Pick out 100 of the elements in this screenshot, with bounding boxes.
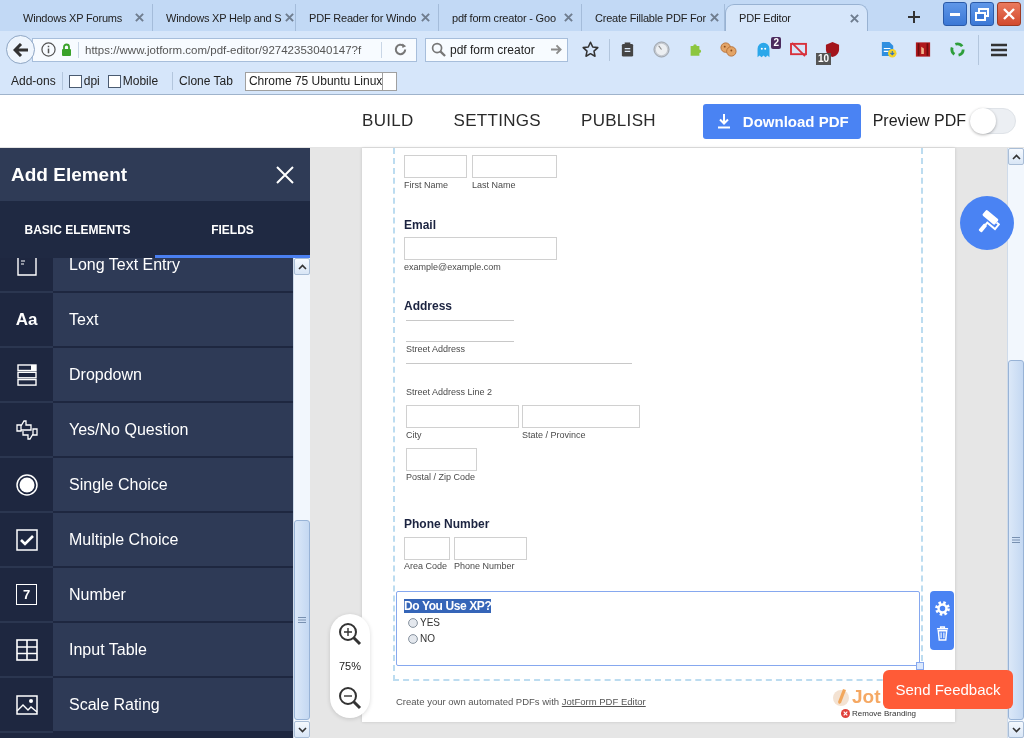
user-agent-field[interactable]: Chrome 75 Ubuntu Linux (244, 71, 397, 91)
preview-label: Preview PDF (872, 112, 967, 130)
scroll-down-button[interactable] (1008, 721, 1024, 738)
checkbox[interactable] (107, 74, 121, 88)
sublabel: City (406, 430, 422, 441)
input-field[interactable] (406, 448, 477, 471)
radio-button[interactable] (408, 618, 418, 628)
browser-tab[interactable]: PDF Editor (725, 4, 868, 31)
reload-icon[interactable] (393, 42, 408, 57)
sidebar-item[interactable]: Multiple Choice (0, 513, 293, 568)
panel-tab[interactable]: BASIC ELEMENTS (0, 201, 155, 258)
number-sample: 7 (16, 584, 37, 605)
resize-handle[interactable] (916, 662, 924, 670)
plus-icon[interactable] (908, 11, 920, 23)
download-button[interactable]: Download PDF (702, 103, 861, 139)
scrollbar-thumb[interactable] (1008, 360, 1024, 720)
remove-icon[interactable] (841, 709, 850, 718)
sidebar-item[interactable]: Long Text Entry (0, 258, 293, 293)
grip-icon (298, 617, 306, 623)
input-field[interactable] (454, 537, 527, 560)
image-icon (15, 694, 38, 715)
sublabel: Last Name (472, 180, 516, 191)
sublabel: Phone Number (454, 561, 515, 572)
paint-roller-button[interactable] (960, 196, 1014, 250)
download-icon (716, 113, 731, 129)
addons-menu[interactable]: Add-ons (11, 74, 56, 88)
field-label: Email (404, 218, 436, 233)
sidebar-item[interactable]: Aa Text (0, 293, 293, 348)
thumbs-icon (15, 418, 38, 441)
checkbox-label[interactable]: dpi (83, 74, 100, 88)
logo-text: Jot (852, 685, 881, 708)
address-bar[interactable]: https://www.jotform.com/pdf-editor/92742353040147?f (32, 37, 417, 62)
recycle-icon[interactable] (949, 41, 966, 58)
sublabel: example@example.com (404, 262, 501, 273)
info-icon[interactable] (41, 42, 56, 57)
input-field[interactable] (472, 155, 557, 178)
sublabel: Street Address Line 2 (406, 387, 493, 398)
picture-icon[interactable] (915, 41, 931, 58)
nav-link[interactable]: SETTINGS (453, 111, 541, 131)
footer-link[interactable]: JotForm PDF Editor (561, 696, 646, 707)
zoom-in-icon[interactable] (338, 622, 362, 646)
clipboard-icon[interactable] (620, 42, 635, 57)
scrollbar-thumb[interactable] (294, 520, 310, 720)
zoom-out-icon[interactable] (338, 686, 362, 710)
sidebar-item[interactable]: 7 Number (0, 568, 293, 623)
remove-branding-link[interactable]: Remove Branding (852, 709, 917, 718)
sidebar-item[interactable]: Scale Rating (0, 678, 293, 733)
restore-icon (975, 7, 989, 21)
crossed-screen-icon[interactable] (790, 42, 807, 57)
minimize-icon (950, 12, 960, 16)
document-icon[interactable] (880, 41, 897, 58)
grip-icon (1012, 537, 1020, 543)
sidebar-item[interactable]: Input Table (0, 623, 293, 678)
field-label: Phone Number (404, 517, 490, 532)
scroll-up-button[interactable] (294, 258, 310, 275)
sidebar-item[interactable]: Dropdown (0, 348, 293, 403)
arrow-right-icon[interactable] (550, 44, 563, 55)
font-sample: Aa (15, 309, 38, 330)
pencil-logo-icon (832, 686, 850, 707)
footer-text: Create your own automated PDFs with JotForm PDF Editor (396, 696, 646, 707)
close-window-button[interactable] (997, 2, 1021, 26)
preview-toggle[interactable] (970, 108, 1017, 134)
scroll-up-button[interactable] (1008, 148, 1024, 165)
trash-icon[interactable] (935, 626, 949, 641)
ghost-icon[interactable] (755, 41, 772, 58)
notification-badge: 2 (771, 37, 781, 49)
checkbox[interactable] (68, 74, 82, 88)
zoom-level: 75% (339, 660, 361, 672)
caret-down-icon (297, 726, 307, 733)
checkbox-icon (15, 528, 38, 551)
restore-button[interactable] (970, 2, 994, 26)
menu-icon[interactable] (991, 42, 1007, 57)
clock-icon[interactable] (653, 41, 670, 58)
field-label: Address (404, 299, 453, 314)
scroll-down-button[interactable] (294, 721, 310, 738)
sublabel: First Name (404, 180, 448, 191)
input-field[interactable] (404, 237, 557, 260)
document-icon (16, 258, 37, 276)
radio-button[interactable] (408, 634, 418, 644)
minimize-button[interactable] (943, 2, 967, 26)
input-field[interactable] (406, 320, 514, 342)
star-icon[interactable] (582, 41, 599, 58)
search-field[interactable]: pdf form creator (425, 37, 568, 62)
url-text: https://www.jotform.com/pdf-editor/92742353040147?f (85, 43, 362, 56)
input-field[interactable] (404, 537, 450, 560)
nav-link[interactable]: PUBLISH (581, 111, 656, 131)
clone-tab-command[interactable]: Clone Tab (179, 74, 233, 88)
input-field[interactable] (522, 405, 640, 428)
input-field[interactable] (404, 155, 467, 178)
nav-link[interactable]: BUILD (362, 111, 414, 131)
checkbox-label[interactable]: Mobile (122, 74, 159, 88)
option-label: YES (420, 617, 440, 629)
sidebar-item[interactable]: Yes/No Question (0, 403, 293, 458)
cookie-icon[interactable] (720, 41, 737, 58)
back-button[interactable] (6, 35, 35, 64)
back-arrow-icon (12, 42, 29, 57)
sidebar-item[interactable]: Single Choice (0, 458, 293, 513)
input-field[interactable] (406, 405, 519, 428)
dropdown-icon (15, 363, 38, 386)
settings-icon[interactable] (933, 600, 951, 617)
